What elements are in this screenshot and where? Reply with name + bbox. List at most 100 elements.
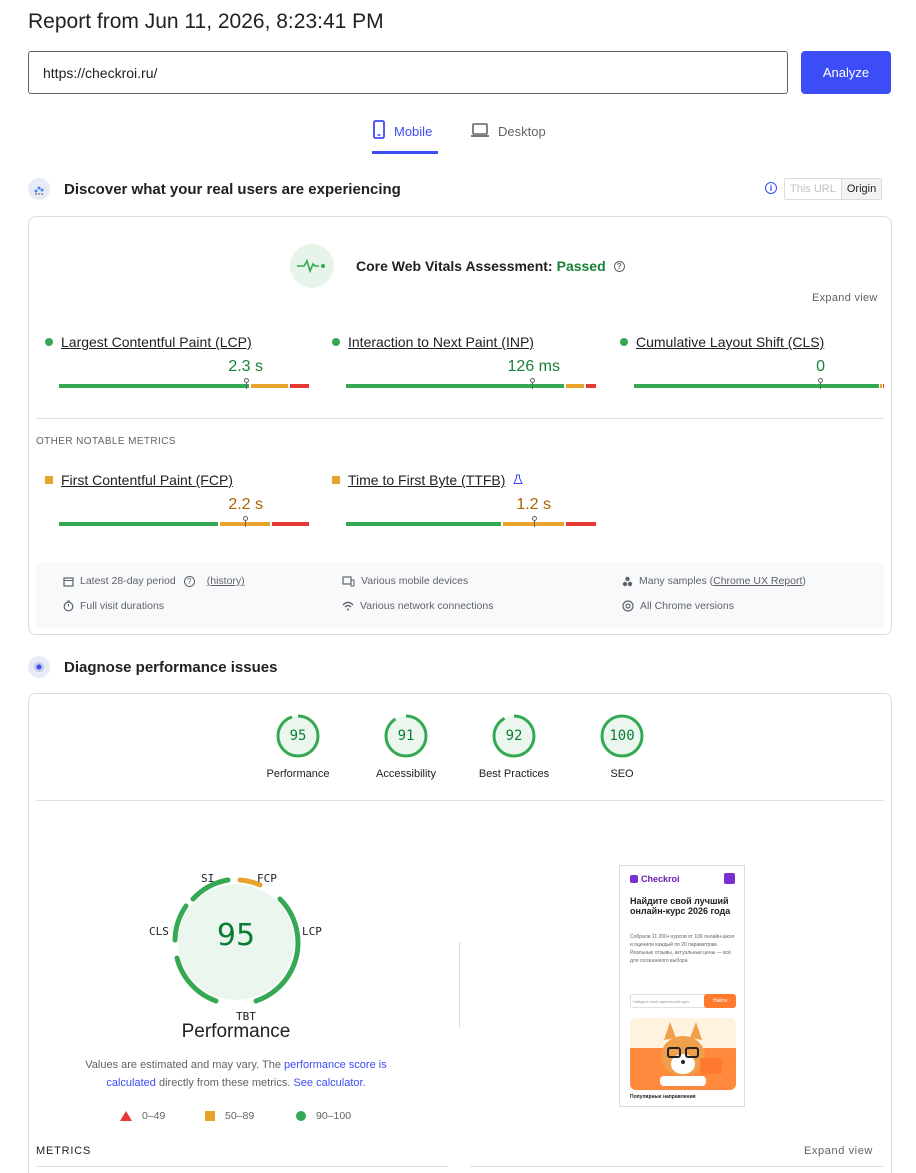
score-value: 91 [397, 728, 415, 744]
score-best-practices[interactable]: 92 Best Practices [459, 713, 569, 780]
brand-logo-icon [630, 875, 638, 883]
screenshot-search-button: Найти [704, 994, 736, 1008]
distribution-bar [346, 516, 596, 527]
tab-mobile[interactable]: Mobile [372, 120, 438, 154]
url-input[interactable] [28, 51, 788, 94]
score-value: 92 [505, 728, 523, 744]
p75-marker [243, 516, 248, 527]
metrics-expand-view-link[interactable]: Expand view [804, 1145, 873, 1157]
divider [470, 1166, 884, 1167]
field-data-heading: Discover what your real users are experi… [28, 178, 401, 200]
chrome-icon [622, 600, 634, 612]
other-metrics-label: OTHER NOTABLE METRICS [36, 436, 176, 447]
info-period: Latest 28-day period ? (history) [63, 575, 245, 587]
section-title: Discover what your real users are experi… [64, 180, 401, 198]
metric-ttfb: Time to First Byte (TTFB) 1.2 s [332, 472, 596, 527]
analyze-button[interactable]: Analyze [801, 51, 891, 94]
samples-icon [622, 576, 633, 587]
score-performance[interactable]: 95 Performance [243, 713, 353, 780]
help-icon[interactable]: ? [613, 260, 625, 272]
calculator-link[interactable]: See calculator. [293, 1077, 365, 1089]
gauge-label-cls: CLS [149, 925, 169, 938]
metric-name[interactable]: Largest Contentful Paint (LCP) [61, 334, 252, 350]
url-origin-toggle[interactable]: This URL Origin [784, 178, 883, 200]
distribution-bar [634, 378, 884, 389]
toggle-origin[interactable]: Origin [840, 179, 882, 199]
metric-value: 0 [816, 358, 825, 375]
info-versions: All Chrome versions [622, 600, 734, 612]
performance-title: Performance [181, 1021, 291, 1042]
metric-name[interactable]: Cumulative Layout Shift (CLS) [636, 334, 824, 350]
legend-poor: 0–49 [120, 1110, 165, 1122]
calendar-icon [63, 576, 74, 587]
distribution-bar [59, 378, 309, 389]
score-accessibility[interactable]: 91 Accessibility [351, 713, 461, 780]
experimental-flask-icon [513, 472, 524, 488]
gauge-label-lcp: LCP [302, 925, 322, 938]
metric-value: 2.2 s [228, 496, 263, 513]
toggle-this-url[interactable]: This URL [785, 179, 841, 199]
p75-marker [532, 516, 537, 527]
distribution-bar [346, 378, 596, 389]
score-label: SEO [610, 768, 634, 780]
vertical-divider [459, 942, 460, 1028]
devices-icon [342, 575, 355, 587]
users-chart-icon [28, 178, 50, 200]
page-screenshot: Checkroi Найдите свой лучший онлайн-курс… [619, 865, 745, 1107]
assessment-status: Passed [556, 258, 606, 274]
tab-label: Desktop [498, 124, 546, 139]
divider [36, 418, 884, 419]
screenshot-search-field: Найдите свой идеальный курс [630, 994, 710, 1008]
vitals-pulse-icon [290, 244, 334, 288]
expand-view-link[interactable]: Expand view [812, 292, 878, 304]
metric-inp: Interaction to Next Paint (INP) 126 ms [332, 334, 596, 389]
square-icon [205, 1111, 215, 1121]
tab-desktop[interactable]: Desktop [470, 120, 546, 154]
gauge-label-si: SI [201, 872, 215, 885]
screenshot-paragraph: Собрали 11 200+ курсов от 109 онлайн-шко… [630, 934, 735, 964]
good-status-icon [332, 338, 340, 346]
menu-icon [724, 873, 735, 884]
metrics-label: METRICS [36, 1145, 92, 1157]
section-title: Diagnose performance issues [64, 658, 278, 676]
legend-average: 50–89 [205, 1110, 254, 1122]
metric-value: 126 ms [507, 358, 560, 375]
score-value: 100 [609, 728, 635, 744]
circle-icon [296, 1111, 306, 1121]
p75-marker [530, 378, 535, 389]
metric-name[interactable]: Time to First Byte (TTFB) [348, 472, 505, 488]
help-icon[interactable]: ? [183, 575, 195, 587]
good-status-icon [620, 338, 628, 346]
page-title: Report from Jun 11, 2026, 8:23:41 PM [28, 10, 384, 33]
score-label: Performance [266, 768, 330, 780]
crux-link[interactable]: Chrome UX Report [713, 575, 802, 587]
distribution-bar [59, 516, 309, 527]
p75-marker [244, 378, 249, 389]
average-status-icon [332, 476, 340, 484]
triangle-icon [120, 1111, 132, 1121]
score-seo[interactable]: 100 SEO [567, 713, 677, 780]
metric-fcp: First Contentful Paint (FCP) 2.2 s [45, 472, 309, 527]
history-link[interactable]: (history) [207, 575, 245, 587]
info-devices: Various mobile devices [342, 575, 468, 587]
performance-note: Values are estimated and may vary. The p… [85, 1059, 387, 1089]
info-samples: Many samples (Chrome UX Report) [622, 575, 806, 587]
divider [36, 800, 884, 801]
average-status-icon [45, 476, 53, 484]
info-durations: Full visit durations [63, 600, 164, 612]
metric-cls: Cumulative Layout Shift (CLS) 0 [620, 334, 884, 389]
info-network: Various network connections [342, 600, 493, 612]
metric-name[interactable]: First Contentful Paint (FCP) [61, 472, 233, 488]
wifi-icon [342, 601, 354, 611]
divider [36, 1166, 448, 1167]
field-data-info: Latest 28-day period ? (history) Full vi… [36, 562, 884, 628]
metric-value: 1.2 s [516, 496, 551, 513]
cwv-assessment: Core Web Vitals Assessment: Passed ? [356, 258, 625, 274]
lab-data-heading: Diagnose performance issues [28, 656, 277, 678]
screenshot-brand: Checkroi [630, 874, 680, 884]
good-status-icon [45, 338, 53, 346]
info-icon[interactable]: i [765, 182, 777, 194]
p75-marker [818, 378, 823, 389]
diagnose-icon [28, 656, 50, 678]
metric-name[interactable]: Interaction to Next Paint (INP) [348, 334, 534, 350]
